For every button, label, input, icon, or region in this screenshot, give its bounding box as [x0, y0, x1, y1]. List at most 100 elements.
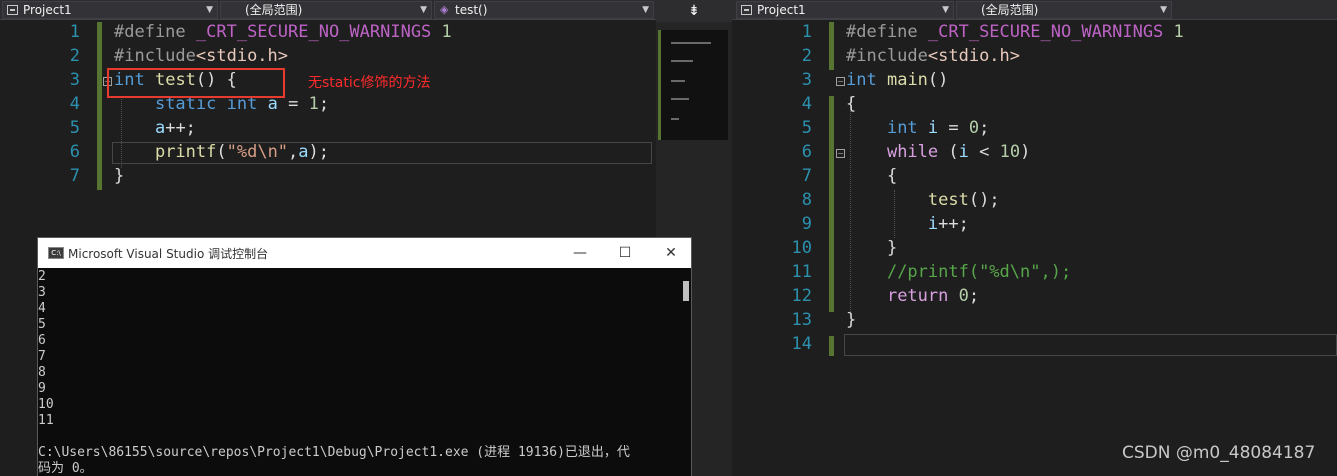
change-indicator-bar — [829, 336, 834, 356]
code-line[interactable]: printf("%d\n",a); — [114, 142, 329, 162]
console-output-line: 7 — [38, 349, 46, 364]
minimize-button[interactable]: — — [570, 243, 590, 263]
code-token: a — [154, 118, 166, 138]
code-token: test — [927, 190, 969, 210]
fold-collapse-icon[interactable]: − — [836, 149, 845, 158]
chevron-down-icon: ▼ — [942, 5, 949, 15]
project-dropdown-label: Project1 — [757, 3, 806, 17]
scope-dropdown[interactable]: (全局范围) ▼ — [220, 1, 432, 19]
console-scrollbar[interactable] — [683, 281, 689, 301]
annotation-label: 无static修饰的方法 — [308, 75, 431, 91]
annotation-highlight-box — [107, 68, 285, 98]
console-output-line: 9 — [38, 381, 46, 396]
line-number: 14 — [791, 334, 812, 354]
code-line[interactable]: { — [846, 166, 897, 186]
minimap-line — [671, 80, 685, 82]
console-title-bar[interactable]: C:\ Microsoft Visual Studio 调试控制台 — ☐ ✕ — [38, 238, 691, 268]
line-number: 13 — [791, 310, 812, 330]
close-button[interactable]: ✕ — [661, 243, 681, 263]
code-minimap[interactable] — [658, 30, 728, 140]
code-token: #include — [114, 46, 196, 66]
project-dropdown[interactable]: Project1 ▼ — [736, 1, 954, 19]
code-line[interactable]: int i = 0; — [846, 118, 989, 138]
change-indicator-bar — [829, 96, 834, 312]
chevron-down-icon: ▼ — [206, 5, 213, 15]
code-token: () — [927, 70, 949, 90]
code-token: } — [114, 166, 125, 186]
line-number: 11 — [791, 262, 812, 282]
line-number: 1 — [801, 22, 812, 42]
right-navigation-bar: Project1 ▼ (全局范围) ▼ — [732, 0, 1337, 20]
project-icon — [7, 5, 18, 15]
line-number: 6 — [801, 142, 812, 162]
left-navigation-bar: Project1 ▼ (全局范围) ▼ ◈ test() ▼ — [0, 0, 656, 20]
function-dropdown[interactable]: ◈ test() ▼ — [434, 1, 654, 19]
code-line[interactable]: } — [846, 310, 856, 330]
code-line[interactable]: //printf("%d\n",); — [846, 262, 1071, 282]
code-token: i — [927, 214, 939, 234]
code-token: { — [846, 94, 857, 114]
change-indicator-bar — [829, 22, 834, 70]
code-line[interactable]: i++; — [846, 214, 969, 234]
minimap-line — [671, 118, 679, 120]
code-line[interactable]: } — [114, 166, 124, 186]
code-line[interactable]: #define _CRT_SECURE_NO_WARNINGS 1 — [846, 22, 1184, 42]
code-line[interactable]: return 0; — [846, 286, 979, 306]
line-number: 7 — [69, 166, 80, 186]
project-dropdown[interactable]: Project1 ▼ — [2, 1, 218, 19]
line-number: 12 — [791, 286, 812, 306]
code-token: while — [886, 142, 939, 162]
code-token: 0 — [958, 286, 969, 306]
console-output-line: 4 — [38, 301, 46, 316]
minimap-line — [671, 60, 693, 62]
line-number: 4 — [69, 94, 80, 114]
code-line[interactable]: #define _CRT_SECURE_NO_WARNINGS 1 — [114, 22, 452, 42]
code-line[interactable]: test(); — [846, 190, 1000, 210]
code-token: , — [288, 142, 299, 162]
code-line[interactable]: a++; — [114, 118, 196, 138]
line-number: 7 — [801, 166, 812, 186]
code-token: } — [846, 310, 857, 330]
console-title: Microsoft Visual Studio 调试控制台 — [68, 247, 269, 261]
line-number: 3 — [69, 70, 80, 90]
code-line[interactable]: #include<stdio.h> — [846, 46, 1020, 66]
code-token: #define — [114, 22, 196, 42]
code-line[interactable]: while (i < 10) — [846, 142, 1030, 162]
code-token: #include — [846, 46, 928, 66]
chevron-down-icon: ▼ — [420, 5, 427, 15]
line-number: 4 — [801, 94, 812, 114]
code-token: ( — [938, 142, 959, 162]
current-line-highlight — [844, 334, 1337, 356]
code-line[interactable]: int main() — [846, 70, 948, 90]
code-token: ) — [1020, 142, 1031, 162]
debug-console-window[interactable]: C:\ Microsoft Visual Studio 调试控制台 — ☐ ✕ … — [37, 237, 692, 476]
console-output[interactable]: 2 3 4 5 6 7 8 9 10 11 C:\Users\86155\source\repos\… — [38, 269, 679, 476]
maximize-button[interactable]: ☐ — [615, 243, 635, 263]
line-number: 9 — [801, 214, 812, 234]
code-line[interactable]: } — [846, 238, 897, 258]
console-output-line: 3 — [38, 285, 46, 300]
chevron-down-icon: ▼ — [1160, 5, 1167, 15]
scope-dropdown[interactable]: (全局范围) ▼ — [956, 1, 1172, 19]
fold-collapse-icon[interactable]: − — [836, 77, 845, 86]
code-token: int — [886, 118, 918, 138]
function-dropdown-label: test() — [455, 3, 488, 17]
console-app-icon: C:\ — [48, 247, 64, 259]
code-token: ; — [968, 286, 980, 306]
code-token: ++; — [938, 214, 969, 234]
code-line[interactable]: { — [846, 94, 856, 114]
split-arrow-icon[interactable]: ⇟ — [656, 0, 732, 22]
code-token: 1 — [308, 94, 319, 114]
change-indicator-bar — [97, 22, 102, 190]
code-token: //printf("%d\n",); — [886, 262, 1072, 282]
code-line[interactable]: #include<stdio.h> — [114, 46, 288, 66]
code-token: #define — [846, 22, 928, 42]
